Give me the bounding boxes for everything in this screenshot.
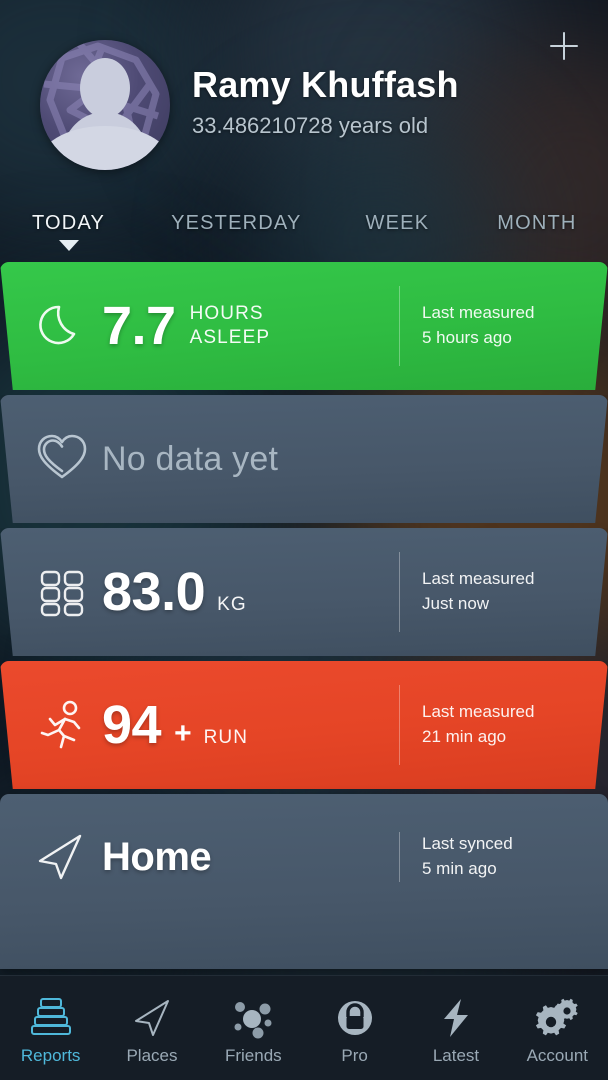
card-sleep-unit-line2: ASLEEP (189, 327, 271, 348)
card-location-meta-line1: Last synced (422, 834, 513, 854)
card-location-meta: Last synced 5 min ago (422, 832, 574, 881)
card-sleep-meta-wrap: Last measured 5 hours ago (399, 262, 574, 390)
card-location[interactable]: Home Last synced 5 min ago (0, 794, 608, 969)
profile-header: Ramy Khuffash 33.486210728 years old (0, 0, 608, 200)
avatar-person-silhouette (48, 58, 162, 170)
tab-today[interactable]: TODAY (26, 212, 111, 251)
card-weight[interactable]: 83.0 KG Last measured Just now (0, 528, 608, 656)
card-weight-meta: Last measured Just now (422, 567, 574, 616)
card-location-meta-line2: 5 min ago (422, 859, 497, 878)
card-run-meta-line2: 21 min ago (422, 727, 507, 746)
tab-yesterday[interactable]: YESTERDAY (165, 212, 307, 235)
add-button[interactable] (544, 26, 584, 66)
nav-item-places[interactable]: Places (101, 991, 202, 1066)
divider (399, 832, 400, 882)
card-heart-rate[interactable]: No data yet (0, 395, 608, 523)
card-sleep-value: 7.7 (102, 296, 176, 356)
nav-item-pro-label: Pro (341, 1045, 368, 1065)
card-weight-value: 83.0 (102, 562, 206, 622)
avatar[interactable] (40, 40, 170, 170)
bottom-navigation-bar: Reports Places Friends Pro Latest Accoun… (0, 975, 608, 1080)
nav-item-account-label: Account (526, 1045, 589, 1065)
card-location-value: Home (102, 835, 212, 879)
scale-icon (34, 564, 102, 620)
nav-item-places-label: Places (126, 1045, 178, 1065)
card-weight-meta-line2: Just now (422, 594, 490, 613)
card-sleep-main: 7.7 HOURS ASLEEP (102, 299, 399, 353)
card-weight-unit: KG (217, 594, 247, 615)
tab-today-label: TODAY (32, 212, 106, 234)
tab-month-label: MONTH (497, 212, 577, 234)
card-weight-meta-wrap: Last measured Just now (399, 528, 574, 656)
lightning-bolt-icon (434, 995, 478, 1041)
card-sleep-meta: Last measured 5 hours ago (422, 301, 574, 350)
nav-item-reports-label: Reports (20, 1045, 81, 1065)
tab-yesterday-label: YESTERDAY (171, 212, 302, 234)
nav-item-latest-label: Latest (432, 1045, 480, 1065)
nav-item-account[interactable]: Account (507, 991, 608, 1066)
card-run-plus: + (174, 717, 192, 750)
card-weight-main: 83.0 KG (102, 565, 399, 619)
card-run-unit: RUN (203, 727, 249, 748)
card-run-meta-wrap: Last measured 21 min ago (399, 661, 574, 789)
divider (399, 286, 400, 366)
card-heart-rate-empty-text: No data yet (102, 439, 279, 478)
moon-icon (34, 298, 102, 354)
card-location-main: Home (102, 826, 399, 888)
active-tab-caret-icon (58, 240, 79, 251)
card-run-main: 94 + RUN (102, 698, 399, 752)
nav-item-latest[interactable]: Latest (405, 991, 506, 1066)
card-sleep-meta-line1: Last measured (422, 303, 535, 323)
tab-week[interactable]: WEEK (360, 212, 436, 235)
heart-icon (34, 431, 102, 487)
user-age: 33.486210728 years old (192, 113, 429, 139)
friends-dots-icon (231, 995, 275, 1041)
card-sleep[interactable]: 7.7 HOURS ASLEEP Last measured 5 hours a… (0, 262, 608, 390)
period-tabs: TODAY YESTERDAY WEEK MONTH (0, 200, 608, 262)
card-run-meta: Last measured 21 min ago (422, 700, 574, 749)
card-run[interactable]: 94 + RUN Last measured 21 min ago (0, 661, 608, 789)
profile-row[interactable]: Ramy Khuffash 33.486210728 years old (20, 22, 588, 170)
card-sleep-unit-line1: HOURS (189, 302, 264, 324)
card-run-meta-line1: Last measured (422, 702, 535, 722)
tab-month[interactable]: MONTH (491, 212, 582, 235)
nav-item-reports[interactable]: Reports (0, 991, 101, 1066)
navigation-arrow-icon (130, 995, 174, 1041)
card-sleep-unit: HOURS ASLEEP (190, 302, 271, 351)
lock-icon (333, 995, 377, 1041)
gears-icon (534, 995, 580, 1041)
stacked-reports-icon (29, 995, 73, 1041)
card-weight-meta-line1: Last measured (422, 569, 535, 589)
card-run-value: 94 (102, 695, 162, 755)
app-root: Ramy Khuffash 33.486210728 years old TOD… (0, 0, 608, 1080)
nav-item-pro[interactable]: Pro (304, 991, 405, 1066)
divider (399, 685, 400, 765)
tab-week-label: WEEK (365, 212, 430, 234)
card-heart-rate-main: No data yet (102, 440, 574, 479)
metric-cards-list: 7.7 HOURS ASLEEP Last measured 5 hours a… (0, 262, 608, 1080)
page-title: Ramy Khuffash (192, 63, 459, 105)
runner-icon (34, 697, 102, 753)
nav-item-friends[interactable]: Friends (203, 991, 304, 1066)
profile-names: Ramy Khuffash 33.486210728 years old (192, 65, 459, 146)
divider (399, 552, 400, 632)
navigation-arrow-icon (34, 826, 102, 888)
card-location-meta-wrap: Last synced 5 min ago (399, 826, 574, 888)
card-sleep-meta-line2: 5 hours ago (422, 328, 512, 347)
nav-item-friends-label: Friends (224, 1045, 282, 1065)
